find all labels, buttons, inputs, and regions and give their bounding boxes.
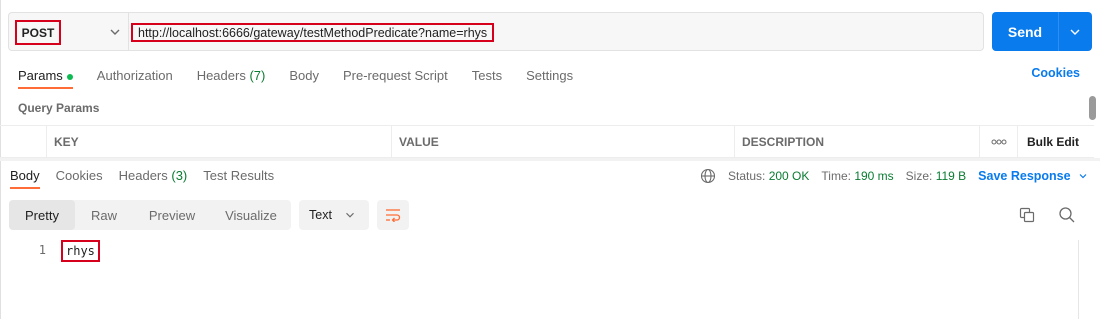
tab-pre-request-script[interactable]: Pre-request Script [343,64,448,88]
chevron-down-icon [1079,174,1087,179]
size-info[interactable]: Size: 119 B [906,169,967,183]
response-headers-count: (3) [171,168,188,183]
tab-response-cookies[interactable]: Cookies [56,164,103,188]
params-table-header: KEY VALUE DESCRIPTION Bulk Edit [0,125,1094,158]
tab-label: Pre-request Script [342,68,448,83]
view-pretty[interactable]: Pretty [9,200,75,230]
size-value: 119 B [935,169,967,183]
tab-params[interactable]: Params [18,64,73,89]
wrap-lines-button[interactable] [377,200,409,230]
divider [1058,12,1059,51]
column-label: DESCRIPTION [742,135,825,149]
response-body-content[interactable]: rhys [61,240,100,262]
tab-test-results[interactable]: Test Results [203,164,274,188]
method-label: POST [15,20,61,45]
tab-response-headers[interactable]: Headers (3) [119,164,188,188]
time-info[interactable]: Time: 190 ms [821,169,893,183]
method-select[interactable]: POST [13,17,127,47]
scrollbar-thumb[interactable] [1089,96,1096,120]
tab-label: Headers [196,68,246,83]
headers-count: (7) [249,68,266,83]
tab-label: Body [10,168,40,183]
column-label: KEY [54,135,79,149]
column-key: KEY [46,126,391,158]
bulk-edit-button[interactable]: Bulk Edit [1017,126,1094,158]
copy-icon[interactable] [1018,206,1036,224]
tab-label: Headers [118,168,168,183]
checkbox-column [0,126,46,158]
tab-label: Body [289,68,319,83]
time-label: Time: [821,169,851,183]
chevron-down-icon [110,29,120,35]
response-tabs: Body Cookies Headers (3) Test Results [10,164,290,189]
chevron-down-icon [346,212,354,218]
request-tabs: Params Authorization Headers (7) Body Pr… [18,64,597,89]
view-mode-selector: Pretty Raw Preview Visualize [9,200,291,230]
url-input[interactable]: http://localhost:6666/gateway/testMethod… [131,23,495,42]
response-meta: Status: 200 OK Time: 190 ms Size: 119 B … [700,168,1089,184]
format-label: Text [309,208,332,222]
request-bar: POST http://localhost:6666/gateway/testM… [8,12,984,51]
tab-settings[interactable]: Settings [526,64,573,88]
query-params-title: Query Params [18,101,100,115]
send-button[interactable]: Send [992,12,1092,51]
status-info[interactable]: Status: 200 OK [728,169,809,183]
send-label: Send [1007,23,1043,40]
tab-label: Authorization [96,68,173,83]
save-response-label: Save Response [978,169,1071,183]
search-icon[interactable] [1058,206,1076,224]
view-visualize[interactable]: Visualize [211,200,291,230]
tab-label: Params [18,68,63,83]
column-description: DESCRIPTION [734,126,979,158]
format-select[interactable]: Text [299,200,369,230]
tab-tests[interactable]: Tests [472,64,502,88]
save-response-button[interactable]: Save Response [978,169,1088,183]
chevron-down-icon[interactable] [1067,24,1083,40]
time-value: 190 ms [854,169,894,183]
tab-response-body[interactable]: Body [10,164,40,189]
bulk-edit-label: Bulk Edit [1027,135,1080,149]
tab-authorization[interactable]: Authorization [97,64,173,88]
line-number: 1 [38,243,46,257]
editor-scrollbar-track [1078,240,1079,319]
view-preview[interactable]: Preview [133,200,211,230]
column-value: VALUE [391,126,734,158]
column-label: VALUE [399,135,439,149]
status-label: Status: [728,169,766,183]
tab-label: Settings [526,68,574,83]
cookies-link[interactable]: Cookies [1031,66,1080,80]
divider [128,13,129,50]
more-options-button[interactable] [979,126,1017,158]
params-active-dot [66,73,73,80]
tab-body[interactable]: Body [289,64,319,88]
more-icon [991,139,1006,145]
status-value: 200 OK [768,169,810,183]
view-raw[interactable]: Raw [75,200,133,230]
tab-label: Test Results [203,168,275,183]
tab-headers[interactable]: Headers (7) [197,64,266,88]
tab-label: Cookies [55,168,103,183]
tab-label: Tests [471,68,503,83]
wrap-lines-icon [386,209,401,222]
globe-icon[interactable] [700,168,716,184]
pane-splitter[interactable] [0,158,1100,161]
size-label: Size: [905,169,933,183]
